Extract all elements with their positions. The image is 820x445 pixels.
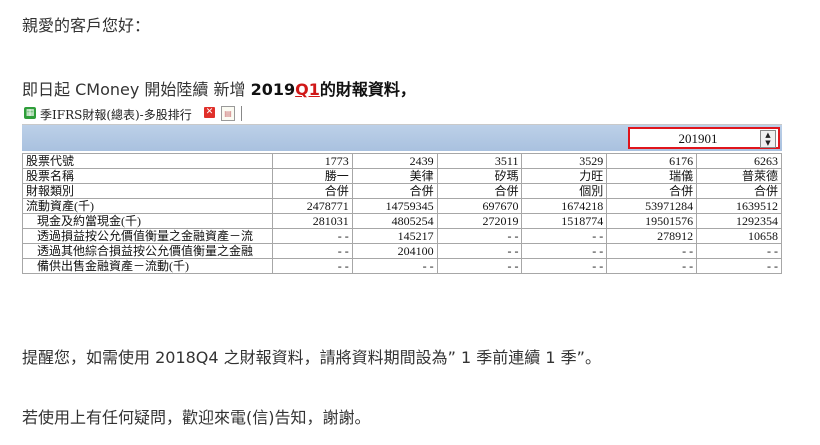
table-row: 透過損益按公允價值衡量之金融資產－流 - -145217- -- -278912 1… (22, 228, 782, 244)
table-cell[interactable]: 矽瑪 (436, 168, 523, 184)
financial-table: 股票代號 1773 2439 3511 3529 6176 6263 股票名稱 勝一 美律 矽瑪 力旺… (22, 153, 782, 274)
period-value[interactable]: 201901 (638, 131, 758, 147)
period-spinner[interactable]: ▲ ▼ (760, 130, 776, 148)
row-label[interactable]: 股票名稱 (22, 168, 273, 184)
table-cell[interactable]: 10658 (696, 228, 782, 244)
table-cell[interactable]: 個別 (521, 183, 608, 199)
table-cell[interactable]: - - (606, 243, 698, 259)
row-label[interactable]: 備供出售金融資產－流動(千) (22, 258, 273, 274)
close-icon[interactable]: ✕ (204, 107, 215, 118)
table-cell[interactable]: 145217 (351, 228, 438, 244)
table-row: 透過其他綜合損益按公允價值衡量之金融 - -204100- -- -- -- - (22, 243, 782, 259)
table-cell[interactable]: 1518774 (521, 213, 608, 229)
table-cell[interactable]: 合併 (351, 183, 438, 199)
reminder-text: 提醒您，如需使用 2018Q4 之財報資料，請將資料期間設為” 1 季前連續 1… (22, 348, 601, 367)
intro-year: 2019 (250, 80, 296, 99)
embedded-screenshot: ▦ 季IFRS財報(總表)-多股排行 ✕ ▤ 201901 ▲ ▼ 股票代號 17… (22, 104, 782, 300)
table-cell[interactable]: - - (436, 228, 523, 244)
table-row: 財報類別 合併 合併 合併 個別 合併 合併 (22, 183, 782, 199)
table-cell[interactable]: 普萊德 (696, 168, 782, 184)
table-cell[interactable]: 281031 (271, 213, 353, 229)
row-label[interactable]: 現金及約當現金(千) (22, 213, 273, 229)
table-cell[interactable]: - - (271, 258, 353, 274)
intro-suffix: 的財報資料， (319, 80, 416, 99)
table-cell[interactable]: 6176 (606, 153, 698, 169)
table-cell[interactable]: 合併 (606, 183, 698, 199)
spreadsheet-icon: ▦ (24, 107, 36, 119)
table-row: 現金及約當現金(千) 281031 4805254 272019 1518774 1950… (22, 213, 782, 229)
table-cell[interactable]: - - (271, 228, 353, 244)
table-cell[interactable]: - - (696, 243, 782, 259)
table-cell[interactable]: - - (521, 228, 608, 244)
table-cell[interactable]: 2439 (351, 153, 438, 169)
intro-text: 即日起 CMoney 開始陸續 新增 2019Q1的財報資料， (22, 76, 416, 100)
table-cell[interactable]: 1292354 (696, 213, 782, 229)
table-cell[interactable]: 合併 (271, 183, 353, 199)
table-cell[interactable]: 合併 (436, 183, 523, 199)
table-row: 流動資產(千) 2478771 14759345 697670 1674218 53971… (22, 198, 782, 214)
row-label[interactable]: 透過損益按公允價值衡量之金融資產－流 (22, 228, 273, 244)
table-cell[interactable]: 278912 (606, 228, 698, 244)
table-cell[interactable]: 瑞儀 (606, 168, 698, 184)
table-cell[interactable]: 2478771 (271, 198, 353, 214)
table-cell[interactable]: 14759345 (351, 198, 438, 214)
row-label[interactable]: 流動資產(千) (22, 198, 273, 214)
table-cell[interactable]: - - (521, 243, 608, 259)
table-cell[interactable]: 1674218 (521, 198, 608, 214)
table-cell[interactable]: - - (696, 258, 782, 274)
toolbar-band: 201901 ▲ ▼ (22, 125, 782, 151)
table-cell[interactable]: 3511 (436, 153, 523, 169)
contact-text: 若使用上有任何疑問，歡迎來電(信)告知，謝謝。 (22, 408, 371, 427)
table-row: 股票名稱 勝一 美律 矽瑪 力旺 瑞儀 普萊德 (22, 168, 782, 184)
table-cell[interactable]: 272019 (436, 213, 523, 229)
row-label[interactable]: 透過其他綜合損益按公允價值衡量之金融 (22, 243, 273, 259)
table-cell[interactable]: 美律 (351, 168, 438, 184)
table-cell[interactable]: 6263 (696, 153, 782, 169)
table-row: 備供出售金融資產－流動(千) - -- -- -- -- -- - (22, 258, 782, 274)
table-cell[interactable]: 合併 (696, 183, 782, 199)
table-cell[interactable]: 1773 (271, 153, 353, 169)
table-cell[interactable]: 勝一 (271, 168, 353, 184)
table-cell[interactable]: 19501576 (606, 213, 698, 229)
greeting-text: 親愛的客戶您好： (22, 16, 151, 35)
table-cell[interactable]: 4805254 (351, 213, 438, 229)
new-tab-icon[interactable]: ▤ (221, 106, 235, 121)
table-cell[interactable]: 力旺 (521, 168, 608, 184)
table-cell[interactable]: - - (436, 243, 523, 259)
tab-divider (241, 106, 242, 121)
table-cell[interactable]: 1639512 (696, 198, 782, 214)
table-cell[interactable]: - - (271, 243, 353, 259)
table-cell[interactable]: 3529 (521, 153, 608, 169)
table-cell[interactable]: - - (521, 258, 608, 274)
table-cell[interactable]: - - (606, 258, 698, 274)
table-cell[interactable]: 53971284 (606, 198, 698, 214)
intro-prefix: 即日起 CMoney 開始陸續 新增 (22, 80, 251, 99)
spin-down-icon[interactable]: ▼ (761, 139, 775, 147)
table-cell[interactable]: 204100 (351, 243, 438, 259)
table-row: 股票代號 1773 2439 3511 3529 6176 6263 (22, 153, 782, 169)
tab-title[interactable]: 季IFRS財報(總表)-多股排行 (40, 106, 192, 123)
intro-quarter: Q1 (295, 80, 320, 99)
row-label[interactable]: 財報類別 (22, 183, 273, 199)
table-cell[interactable]: - - (436, 258, 523, 274)
table-cell[interactable]: - - (351, 258, 438, 274)
period-selector[interactable]: 201901 ▲ ▼ (628, 127, 780, 149)
tab-bar: ▦ 季IFRS財報(總表)-多股排行 ✕ ▤ (22, 104, 782, 125)
spin-up-icon[interactable]: ▲ (761, 131, 775, 139)
row-label[interactable]: 股票代號 (22, 153, 273, 169)
table-cell[interactable]: 697670 (436, 198, 523, 214)
